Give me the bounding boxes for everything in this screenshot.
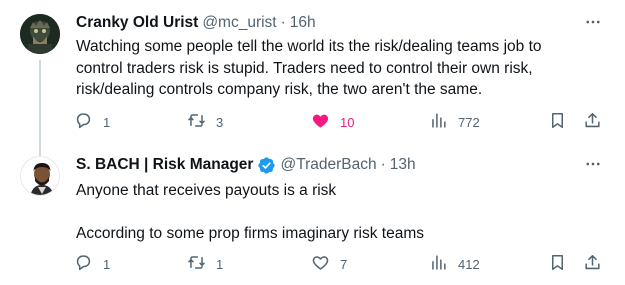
views-button[interactable]: 412 (429, 250, 480, 278)
tweet-header: S. BACH | Risk Manager @TraderBach · 13h (76, 154, 605, 176)
views-button[interactable]: 772 (429, 108, 480, 136)
timestamp[interactable]: 16h (290, 14, 316, 32)
share-icon (583, 111, 602, 133)
avatar-image (21, 157, 59, 195)
retweet-button[interactable]: 1 (187, 250, 223, 278)
tweet-text-line: Anyone that receives payouts is a risk (76, 182, 337, 199)
tweet-text-line: control traders risk is stupid. Traders … (76, 59, 533, 77)
heart-icon (311, 111, 330, 133)
like-count: 7 (340, 256, 348, 272)
separator-dot: · (280, 14, 286, 31)
retweet-count: 3 (216, 114, 224, 130)
reply-button[interactable]: 1 (74, 250, 110, 278)
view-count: 772 (458, 114, 480, 130)
tweet-actions: 1 1 7 412 (70, 250, 611, 278)
reply-count: 1 (103, 114, 111, 130)
bookmark-icon (548, 111, 567, 133)
tweet[interactable]: Cranky Old Urist @mc_urist · 16h Watchin… (0, 0, 625, 156)
avatar[interactable] (20, 14, 60, 54)
share-button[interactable] (583, 250, 602, 278)
like-count: 10 (340, 114, 355, 130)
tweet-header: Cranky Old Urist @mc_urist · 16h (76, 12, 605, 34)
tweet-text: Watching some people tell the world its … (76, 36, 605, 101)
like-button[interactable]: 7 (311, 250, 347, 278)
more-icon[interactable] (581, 10, 605, 34)
like-button[interactable]: 10 (311, 108, 354, 136)
reply-icon (74, 111, 93, 133)
bookmark-button[interactable] (548, 108, 567, 136)
reply-icon (74, 253, 93, 275)
view-count: 412 (458, 256, 480, 272)
tweet-text-line: According to some prop firms imaginary r… (76, 224, 425, 242)
avatar[interactable] (20, 156, 60, 196)
separator-dot: · (380, 156, 386, 173)
share-button[interactable] (583, 108, 602, 136)
tweet[interactable]: S. BACH | Risk Manager @TraderBach · 13h… (0, 140, 625, 285)
author-name[interactable]: Cranky Old Urist (76, 14, 198, 32)
avatar-image (20, 14, 60, 54)
tweet-text-line: Watching some people tell the world its … (76, 38, 542, 55)
retweet-button[interactable]: 3 (187, 108, 223, 136)
share-icon (583, 253, 602, 275)
retweet-icon (187, 111, 206, 133)
bookmark-button[interactable] (548, 250, 567, 278)
bookmark-icon (548, 253, 567, 275)
author-name[interactable]: S. BACH | Risk Manager (76, 156, 253, 174)
views-icon (429, 253, 448, 275)
author-handle[interactable]: @TraderBach (280, 156, 376, 174)
more-icon[interactable] (581, 152, 605, 176)
heart-icon (311, 253, 330, 275)
reply-button[interactable]: 1 (74, 108, 110, 136)
retweet-icon (187, 253, 206, 275)
tweet-text: Anyone that receives payouts is a risk A… (76, 180, 605, 244)
views-icon (429, 111, 448, 133)
reply-count: 1 (103, 256, 111, 272)
retweet-count: 1 (216, 256, 224, 272)
verified-badge-icon (257, 156, 276, 175)
tweet-text-line: risk/dealing controls company risk, the … (76, 81, 483, 98)
timestamp[interactable]: 13h (390, 156, 416, 174)
author-handle[interactable]: @mc_urist (202, 14, 276, 32)
tweet-actions: 1 3 10 772 (70, 108, 611, 136)
